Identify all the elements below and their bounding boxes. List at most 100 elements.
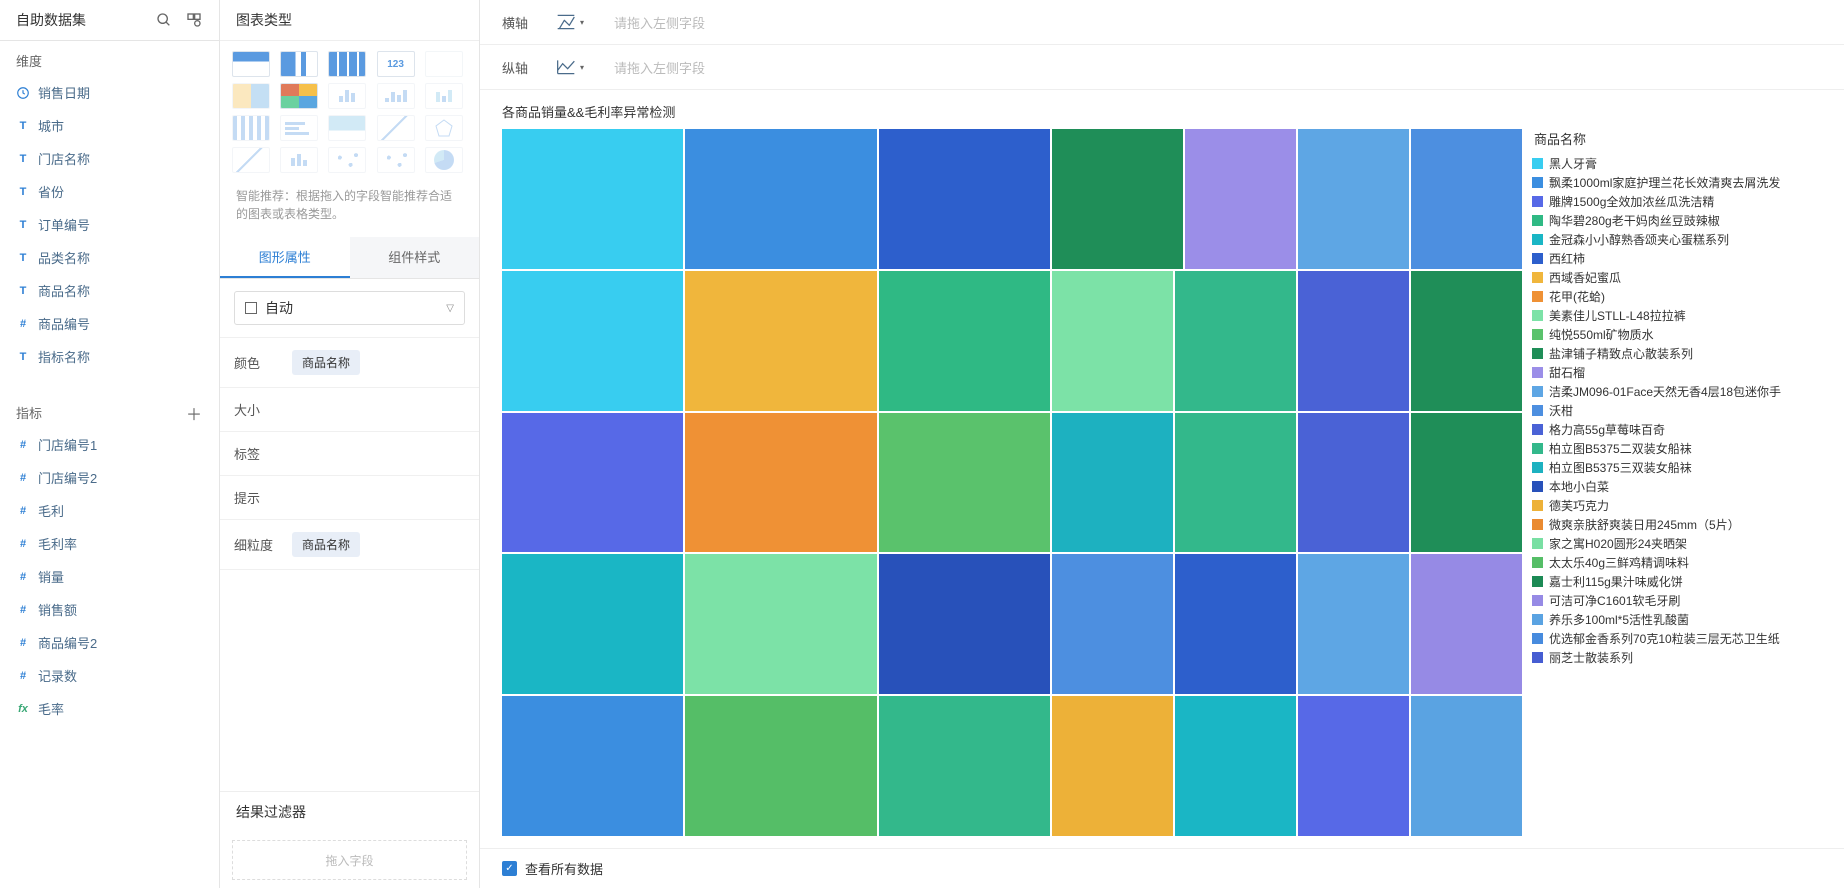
legend-item[interactable]: 柏立图B5375二双装女船袜 [1532, 439, 1822, 458]
treemap-cell[interactable] [1298, 129, 1409, 269]
add-measure-icon[interactable]: ＋ [185, 404, 203, 422]
dimension-field[interactable]: T省份 [0, 175, 219, 208]
treemap-cell[interactable] [685, 696, 877, 836]
treemap-cell[interactable] [1052, 129, 1183, 269]
legend-item[interactable]: 柏立图B5375三双装女船袜 [1532, 458, 1822, 477]
legend-item[interactable]: 格力高55g草莓味百奇 [1532, 420, 1822, 439]
chart-type-funnel[interactable] [328, 83, 366, 109]
treemap-cell[interactable] [1298, 271, 1409, 411]
chart-type-line-smooth[interactable] [377, 115, 415, 141]
y-axis-icon[interactable]: ▾ [556, 55, 584, 79]
legend-item[interactable]: 西红柿 [1532, 249, 1822, 268]
dimension-field[interactable]: T城市 [0, 109, 219, 142]
legend-item[interactable]: 黑人牙膏 [1532, 154, 1822, 173]
treemap-cell[interactable] [1411, 129, 1522, 269]
measure-field[interactable]: #销售额 [0, 593, 219, 626]
treemap-cell[interactable] [502, 413, 683, 553]
treemap-cell[interactable] [1052, 271, 1173, 411]
chart-type-treemap1[interactable] [232, 83, 270, 109]
shape-auto-select[interactable]: 自动 ▽ [234, 291, 465, 325]
treemap-cell[interactable] [685, 413, 877, 553]
legend-item[interactable]: 德芙巧克力 [1532, 496, 1822, 515]
chart-type-line[interactable] [232, 147, 270, 173]
legend-item[interactable]: 盐津铺子精致点心散装系列 [1532, 344, 1822, 363]
legend-item[interactable]: 家之寓H020圆形24夹晒架 [1532, 534, 1822, 553]
measure-field[interactable]: #商品编号2 [0, 626, 219, 659]
treemap-cell[interactable] [1411, 554, 1522, 694]
chart-type-bubble[interactable] [377, 147, 415, 173]
treemap-chart[interactable] [502, 129, 1522, 836]
prop-color-chip[interactable]: 商品名称 [292, 350, 360, 375]
measure-field[interactable]: #门店编号1 [0, 428, 219, 461]
legend-item[interactable]: 嘉士利115g果汁味威化饼 [1532, 572, 1822, 591]
chart-type-pie[interactable] [425, 147, 463, 173]
treemap-cell[interactable] [1298, 413, 1409, 553]
treemap-cell[interactable] [1052, 554, 1173, 694]
dimension-field[interactable]: 销售日期 [0, 76, 219, 109]
measure-field[interactable]: #毛利率 [0, 527, 219, 560]
chart-type-area[interactable] [328, 115, 366, 141]
legend-item[interactable]: 丽芝士散装系列 [1532, 648, 1822, 667]
legend-item[interactable]: 金冠森小小醇熟香颂夹心蛋糕系列 [1532, 230, 1822, 249]
dimension-field[interactable]: T门店名称 [0, 142, 219, 175]
legend-item[interactable]: 本地小白菜 [1532, 477, 1822, 496]
treemap-cell[interactable] [879, 696, 1050, 836]
treemap-cell[interactable] [879, 554, 1050, 694]
treemap-cell[interactable] [1411, 696, 1522, 836]
chart-type-list[interactable] [328, 51, 366, 77]
treemap-cell[interactable] [1298, 696, 1409, 836]
dimension-field[interactable]: #商品编号 [0, 307, 219, 340]
legend-item[interactable]: 花甲(花蛤) [1532, 287, 1822, 306]
filter-dropzone[interactable]: 拖入字段 [232, 840, 467, 880]
treemap-cell[interactable] [1052, 696, 1173, 836]
legend-item[interactable]: 洁柔JM096-01Face天然无香4层18包迷你手 [1532, 382, 1822, 401]
legend-item[interactable]: 飘柔1000ml家庭护理兰花长效清爽去屑洗发 [1532, 173, 1822, 192]
dimension-field[interactable]: T指标名称 [0, 340, 219, 373]
legend-item[interactable]: 纯悦550ml矿物质水 [1532, 325, 1822, 344]
treemap-cell[interactable] [685, 554, 877, 694]
prop-fine-chip[interactable]: 商品名称 [292, 532, 360, 557]
dimension-field[interactable]: T订单编号 [0, 208, 219, 241]
treemap-cell[interactable] [1175, 696, 1296, 836]
treemap-cell[interactable] [1298, 554, 1409, 694]
measure-field[interactable]: #销量 [0, 560, 219, 593]
treemap-cell[interactable] [502, 554, 683, 694]
chart-type-hbar[interactable] [280, 115, 318, 141]
legend-item[interactable]: 微爽亲肤舒爽装日用245mm（5片） [1532, 515, 1822, 534]
legend-item[interactable]: 优选郁金香系列70克10粒装三层无芯卫生纸 [1532, 629, 1822, 648]
measure-field[interactable]: #门店编号2 [0, 461, 219, 494]
treemap-cell[interactable] [685, 129, 877, 269]
treemap-cell[interactable] [1411, 413, 1522, 553]
legend-item[interactable]: 可洁可净C1601软毛牙刷 [1532, 591, 1822, 610]
measure-field[interactable]: #记录数 [0, 659, 219, 692]
legend-item[interactable]: 陶华碧280g老干妈肉丝豆豉辣椒 [1532, 211, 1822, 230]
treemap-cell[interactable] [1052, 413, 1173, 553]
legend-item[interactable]: 美素佳儿STLL-L48拉拉裤 [1532, 306, 1822, 325]
chart-type-kpi[interactable]: 123 [377, 51, 415, 77]
legend-item[interactable]: 雕牌1500g全效加浓丝瓜洗洁精 [1532, 192, 1822, 211]
treemap-cell[interactable] [1185, 129, 1296, 269]
treemap-cell[interactable] [1175, 413, 1296, 553]
y-axis-dropzone[interactable]: 请拖入左侧字段 [602, 58, 1822, 77]
treemap-cell[interactable] [1175, 554, 1296, 694]
dimension-field[interactable]: T品类名称 [0, 241, 219, 274]
treemap-cell[interactable] [502, 129, 683, 269]
chart-type-scatter[interactable] [328, 147, 366, 173]
x-axis-dropzone[interactable]: 请拖入左侧字段 [602, 13, 1822, 32]
legend-item[interactable]: 沃柑 [1532, 401, 1822, 420]
chart-type-crosstab[interactable] [280, 51, 318, 77]
treemap-cell[interactable] [685, 271, 877, 411]
treemap-cell[interactable] [879, 413, 1050, 553]
tab-shape-props[interactable]: 图形属性 [220, 237, 350, 278]
layout-icon[interactable] [185, 11, 203, 29]
legend-item[interactable]: 甜石榴 [1532, 363, 1822, 382]
chart-type-bar1[interactable] [377, 83, 415, 109]
dimension-field[interactable]: T商品名称 [0, 274, 219, 307]
measure-field[interactable]: #毛利 [0, 494, 219, 527]
treemap-cell[interactable] [1175, 271, 1296, 411]
measure-field[interactable]: fx毛率 [0, 692, 219, 725]
treemap-cell[interactable] [879, 129, 1050, 269]
x-axis-icon[interactable]: ▾ [556, 10, 584, 34]
chart-type-combo[interactable] [280, 147, 318, 173]
treemap-cell[interactable] [502, 271, 683, 411]
